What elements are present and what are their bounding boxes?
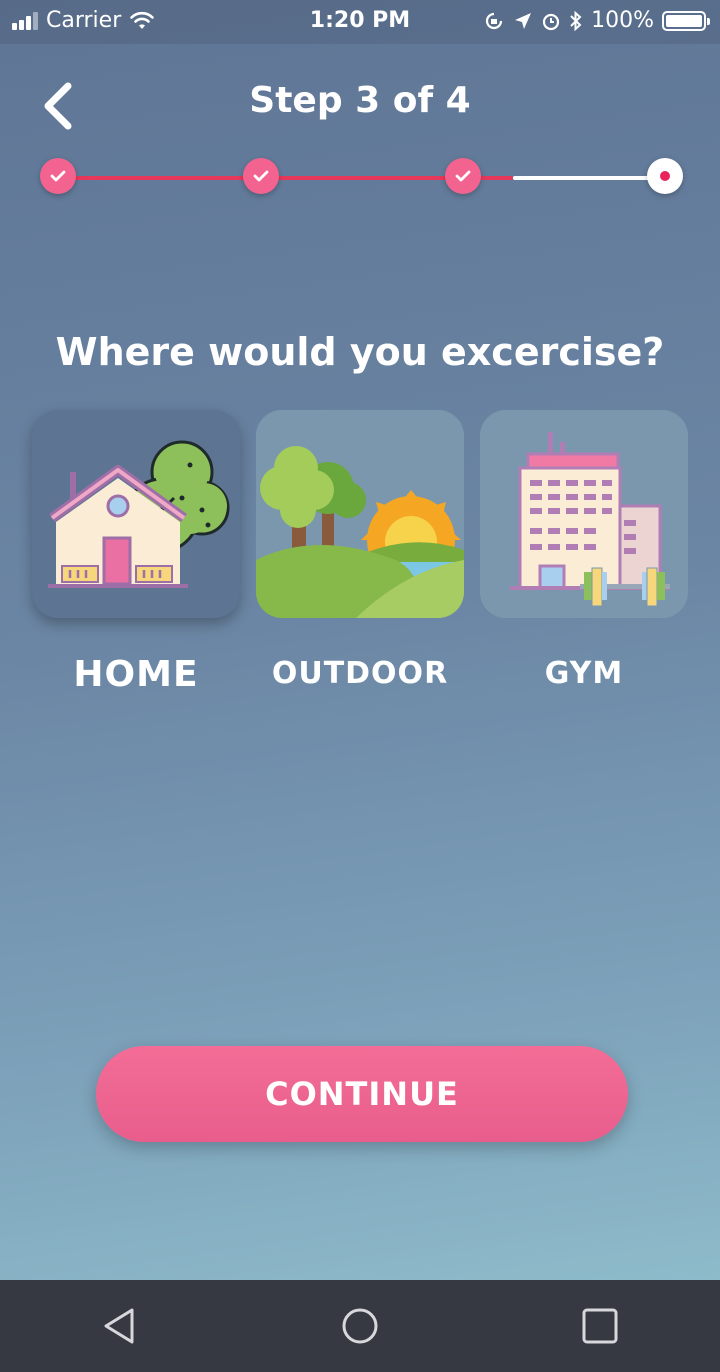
gym-building-icon [480,410,688,618]
home-circle-icon [342,1308,378,1344]
recents-square-icon [582,1308,618,1344]
option-gym-card[interactable] [480,410,688,618]
check-icon [50,170,66,182]
step-2-done [243,158,279,194]
status-bar: Carrier 1:20 PM 100% [0,0,720,44]
check-icon [253,170,269,182]
page-title: Step 3 of 4 [249,80,471,121]
option-home[interactable]: HOME [32,410,240,695]
orientation-lock-icon [486,12,503,29]
progress-track-remaining [513,176,665,180]
progress-stepper [40,157,683,197]
question-heading: Where would you excercise? [55,330,665,374]
option-gym-label: GYM [544,656,624,691]
step-3-done [445,158,481,194]
location-icon [515,12,532,29]
step-1-done [40,158,76,194]
alarm-icon [542,13,560,30]
system-nav-bar [0,1280,720,1372]
continue-button[interactable]: CONTINUE [96,1046,628,1142]
exercise-location-options: HOME OUTDOOR GYM [32,410,688,710]
battery-icon [662,10,710,31]
landscape-icon [256,410,464,618]
status-right: 100% [483,8,710,33]
check-icon [455,170,471,182]
bluetooth-icon [570,10,582,31]
nav-back-button[interactable] [80,1286,160,1366]
nav-home-button[interactable] [320,1286,400,1366]
option-outdoor-label: OUTDOOR [271,656,449,691]
option-outdoor-card[interactable] [256,410,464,618]
option-gym[interactable]: GYM [480,410,688,691]
battery-percent: 100% [591,8,654,33]
current-step-indicator [660,171,670,181]
back-triangle-icon [104,1308,134,1344]
house-icon [48,440,230,588]
option-home-label: HOME [73,654,199,695]
step-4-current [647,158,683,194]
option-outdoor[interactable]: OUTDOOR [256,410,464,691]
option-home-card[interactable] [32,410,240,618]
nav-recents-button[interactable] [560,1286,640,1366]
